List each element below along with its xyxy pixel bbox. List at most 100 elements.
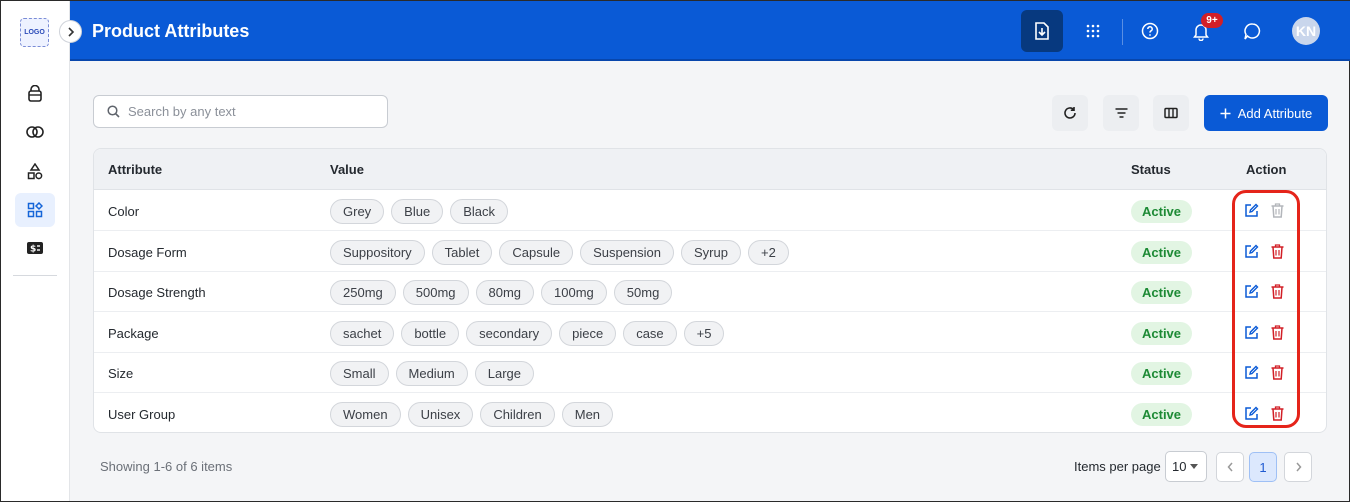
sidebar-item-rings[interactable] — [15, 115, 55, 149]
attribute-name: Dosage Form — [108, 244, 187, 260]
edit-icon — [1245, 325, 1259, 339]
table-row: Color Grey Blue Black Active — [94, 191, 1326, 231]
grid-icon — [27, 202, 43, 218]
value-chip: piece — [559, 320, 617, 346]
attribute-name: Color — [108, 204, 140, 219]
add-attribute-button[interactable]: Add Attribute — [1204, 95, 1328, 131]
rings-icon — [26, 126, 44, 138]
download-button[interactable] — [1021, 10, 1063, 52]
delete-button[interactable] — [1271, 243, 1287, 260]
value-chip: Men — [561, 401, 614, 427]
messages-button[interactable] — [1231, 10, 1273, 52]
edit-icon — [1245, 365, 1259, 379]
column-header-value[interactable]: Value — [330, 162, 364, 177]
sidebar-item-bag[interactable] — [15, 77, 55, 111]
status-badge: Active — [1131, 281, 1193, 304]
column-header-attribute[interactable]: Attribute — [108, 162, 162, 177]
chevron-right-icon — [67, 26, 74, 37]
value-chip: 250mg — [330, 280, 396, 305]
more-values-chip[interactable]: +2 — [747, 239, 789, 265]
value-chip: 100mg — [541, 280, 607, 305]
search-field[interactable] — [93, 95, 388, 128]
value-chips: 250mg 500mg 80mg 100mg 50mg — [330, 280, 673, 305]
add-attribute-label: Add Attribute — [1237, 105, 1313, 121]
sidebar-item-billing[interactable]: $ — [15, 231, 55, 265]
sidebar: LOGO $ — [1, 1, 70, 501]
help-button[interactable] — [1129, 10, 1171, 52]
edit-button[interactable] — [1244, 365, 1260, 381]
header-separator — [1122, 19, 1123, 45]
columns-button[interactable] — [1153, 95, 1189, 131]
status-badge: Active — [1131, 321, 1193, 345]
attribute-name: Package — [108, 325, 159, 341]
delete-button-disabled — [1271, 203, 1287, 219]
items-per-page-label: Items per page — [1074, 459, 1161, 474]
delete-button[interactable] — [1271, 405, 1287, 422]
trash-icon — [1271, 405, 1284, 421]
value-chips: Women Unisex Children Men — [330, 401, 614, 427]
expand-sidebar-button[interactable] — [59, 20, 82, 43]
next-page-button[interactable] — [1284, 452, 1312, 482]
trash-icon — [1271, 365, 1284, 380]
trash-icon — [1271, 284, 1284, 299]
chat-icon — [1243, 22, 1260, 39]
page-title: Product Attributes — [92, 21, 250, 41]
value-chip: 50mg — [613, 280, 673, 305]
notification-badge: 9+ — [1201, 13, 1223, 28]
items-per-page-value: 10 — [1172, 459, 1187, 474]
logo[interactable]: LOGO — [20, 18, 49, 47]
page-button-current[interactable]: 1 — [1249, 452, 1277, 482]
value-chips: Small Medium Large — [330, 361, 535, 386]
edit-icon — [1245, 284, 1259, 298]
attribute-name: Dosage Strength — [108, 285, 206, 300]
value-chip: secondary — [466, 320, 553, 346]
value-chip: Unisex — [407, 401, 474, 427]
value-chips: Grey Blue Black — [330, 199, 508, 224]
edit-button[interactable] — [1244, 244, 1260, 260]
chevron-right-icon — [1295, 462, 1301, 472]
download-file-icon — [1035, 22, 1049, 40]
search-input[interactable] — [128, 104, 368, 119]
value-chip: sachet — [330, 320, 395, 346]
value-chip: Small — [330, 361, 389, 386]
sidebar-item-shapes[interactable] — [15, 154, 55, 188]
edit-button[interactable] — [1244, 284, 1260, 300]
user-avatar[interactable]: KN — [1292, 17, 1320, 45]
value-chip: Tablet — [431, 239, 493, 265]
edit-icon — [1245, 203, 1259, 217]
search-icon — [107, 105, 120, 118]
delete-button[interactable] — [1271, 284, 1287, 300]
refresh-button[interactable] — [1052, 95, 1088, 131]
status-badge: Active — [1131, 200, 1193, 223]
edit-button[interactable] — [1244, 406, 1260, 422]
table-row: Package sachet bottle secondary piece case +5 A… — [94, 313, 1326, 353]
apps-button[interactable] — [1072, 10, 1114, 52]
status-badge: Active — [1131, 362, 1193, 385]
value-chip: Black — [450, 199, 508, 224]
attribute-name: Size — [108, 366, 134, 381]
value-chip: Blue — [391, 199, 444, 224]
value-chip: Suspension — [580, 239, 675, 265]
sidebar-item-attributes[interactable] — [15, 193, 55, 227]
table-row: User Group Women Unisex Children Men Active — [94, 394, 1326, 433]
value-chip: 80mg — [475, 280, 535, 305]
prev-page-button[interactable] — [1216, 452, 1244, 482]
delete-button[interactable] — [1271, 365, 1287, 381]
edit-icon — [1245, 406, 1259, 420]
columns-icon — [1164, 107, 1178, 119]
edit-button[interactable] — [1244, 203, 1260, 219]
attributes-table: Attribute Value Status Action Color Grey B… — [93, 148, 1327, 433]
caret-down-icon — [1190, 464, 1199, 469]
column-header-status[interactable]: Status — [1131, 162, 1171, 177]
delete-button[interactable] — [1271, 324, 1287, 341]
trash-icon — [1271, 243, 1284, 259]
shapes-icon — [27, 162, 43, 179]
money-icon: $ — [27, 242, 43, 255]
filter-button[interactable] — [1103, 95, 1139, 131]
more-values-chip[interactable]: +5 — [683, 320, 725, 346]
table-header: Attribute Value Status Action — [94, 149, 1326, 190]
value-chip: Syrup — [681, 239, 741, 265]
value-chip: Children — [480, 401, 555, 427]
edit-button[interactable] — [1244, 325, 1260, 341]
items-per-page-select[interactable]: 10 — [1165, 451, 1207, 482]
